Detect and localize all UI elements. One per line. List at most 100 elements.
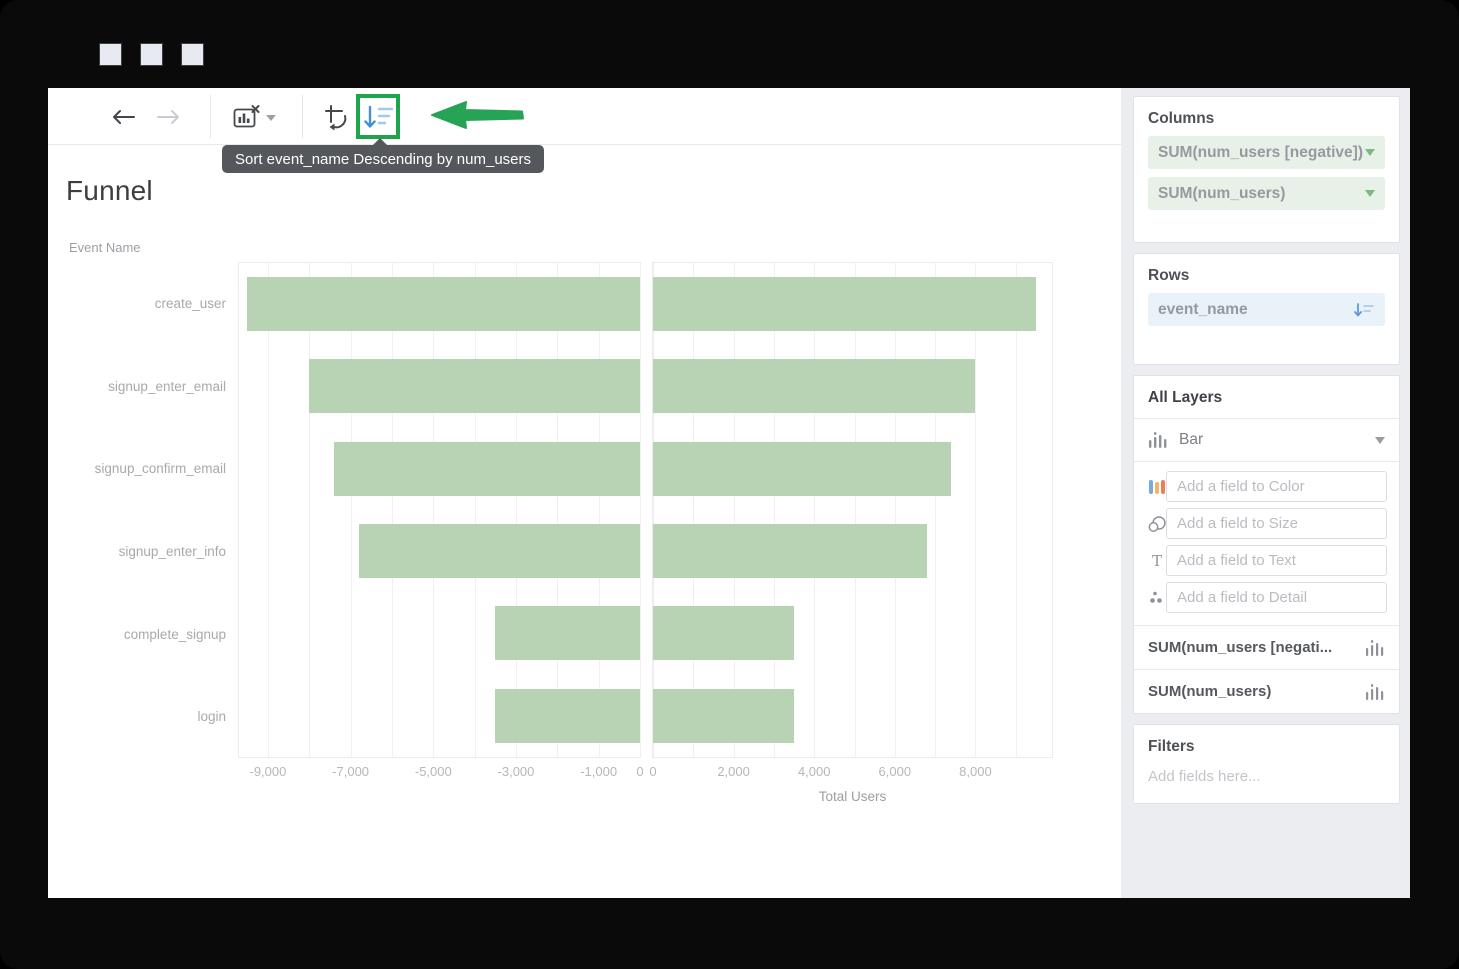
- bar[interactable]: [309, 359, 640, 413]
- tooltip-pointer: [372, 138, 388, 146]
- sort-descending-button[interactable]: [362, 88, 394, 145]
- mark-type-selector[interactable]: Bar: [1134, 418, 1399, 462]
- tick-label: -3,000: [498, 764, 535, 779]
- bar[interactable]: [653, 277, 1036, 331]
- bar-row: [239, 263, 640, 345]
- detail-field-row: [1148, 582, 1385, 613]
- chart-title: Funnel: [66, 175, 153, 207]
- columns-title: Columns: [1148, 110, 1385, 128]
- detail-field-input[interactable]: [1166, 582, 1387, 613]
- bar-mark-icon: [1148, 431, 1168, 449]
- sort-descending-highlight-box: [356, 94, 400, 139]
- detail-icon[interactable]: [1148, 589, 1166, 607]
- bar[interactable]: [653, 359, 975, 413]
- filters-title: Filters: [1148, 738, 1385, 756]
- bar-row: [239, 428, 640, 510]
- text-field-input[interactable]: [1166, 545, 1387, 576]
- chevron-down-icon[interactable]: [1375, 437, 1385, 444]
- category-label: login: [48, 675, 226, 758]
- window-control[interactable]: [140, 43, 163, 66]
- all-layers-title: All Layers: [1134, 389, 1399, 407]
- measure-row-negative[interactable]: SUM(num_users [negati...: [1134, 625, 1399, 669]
- chevron-down-icon[interactable]: [1365, 190, 1375, 197]
- redo-button[interactable]: [152, 88, 186, 145]
- chevron-down-icon[interactable]: [1365, 149, 1375, 156]
- app-window: Sort event_name Descending by num_users …: [0, 0, 1459, 969]
- toolbar-divider: [302, 95, 303, 138]
- text-field-row: T: [1148, 545, 1385, 576]
- sort-tooltip: Sort event_name Descending by num_users: [222, 145, 544, 173]
- tick-label: 2,000: [717, 764, 750, 779]
- undo-button[interactable]: [106, 88, 140, 145]
- bar[interactable]: [495, 606, 640, 660]
- bar-row: [653, 345, 1052, 427]
- size-field-input[interactable]: [1166, 508, 1387, 539]
- tick-label: 0: [649, 764, 656, 779]
- tooltip-text: Sort event_name Descending by num_users: [235, 151, 531, 168]
- pill-label: event_name: [1158, 301, 1248, 319]
- color-field-input[interactable]: [1166, 471, 1387, 502]
- filters-placeholder: Add fields here...: [1148, 768, 1385, 785]
- row-axis-title: Event Name: [69, 240, 141, 255]
- tick-label: -7,000: [332, 764, 369, 779]
- window-control[interactable]: [181, 43, 204, 66]
- tick-label: -1,000: [580, 764, 617, 779]
- main-area: Sort event_name Descending by num_users …: [48, 88, 1121, 898]
- tick-label: 6,000: [879, 764, 912, 779]
- bar-row: [239, 592, 640, 674]
- bar-row: [239, 675, 640, 757]
- category-label: signup_enter_email: [48, 345, 226, 428]
- x-axis-title: Total Users: [653, 789, 1052, 804]
- tick-label: -9,000: [250, 764, 287, 779]
- size-icon[interactable]: [1148, 515, 1166, 533]
- bar[interactable]: [334, 442, 640, 496]
- bar-row: [653, 263, 1052, 345]
- toolbar: [48, 88, 1121, 145]
- category-label: signup_enter_info: [48, 510, 226, 593]
- all-layers-panel: All Layers Bar: [1133, 375, 1400, 714]
- measure-label: SUM(num_users): [1148, 683, 1271, 700]
- back-arrow-icon: [110, 107, 136, 127]
- forward-arrow-icon: [156, 107, 182, 127]
- annotation-arrow: [430, 99, 526, 136]
- pill-event-name[interactable]: event_name: [1148, 293, 1385, 326]
- bar[interactable]: [359, 524, 640, 578]
- columns-shelf: Columns SUM(num_users [negative]) SUM(nu…: [1133, 96, 1400, 243]
- bar[interactable]: [495, 689, 640, 743]
- window-control[interactable]: [99, 43, 122, 66]
- color-icon[interactable]: [1148, 478, 1166, 496]
- bar-row: [239, 510, 640, 592]
- bar[interactable]: [247, 277, 640, 331]
- color-field-row: [1148, 471, 1385, 502]
- measure-row-positive[interactable]: SUM(num_users): [1134, 669, 1399, 713]
- bar[interactable]: [653, 524, 927, 578]
- svg-text:T: T: [1152, 552, 1162, 570]
- bar[interactable]: [653, 689, 794, 743]
- swap-rows-columns-button[interactable]: [316, 88, 358, 145]
- sort-descending-mini-icon[interactable]: [1353, 302, 1375, 318]
- pill-label: SUM(num_users): [1158, 185, 1285, 203]
- size-field-row: [1148, 508, 1385, 539]
- tick-label: 8,000: [959, 764, 992, 779]
- bar-row: [653, 675, 1052, 757]
- toolbar-divider: [210, 95, 211, 138]
- rows-title: Rows: [1148, 267, 1385, 285]
- tick-label: 0: [636, 764, 643, 779]
- category-label: complete_signup: [48, 593, 226, 676]
- filters-shelf[interactable]: Filters Add fields here...: [1133, 724, 1400, 804]
- clear-chart-icon: [233, 104, 277, 130]
- pill-sum-num-users-negative[interactable]: SUM(num_users [negative]): [1148, 136, 1385, 169]
- panel-gap: [641, 262, 652, 758]
- text-icon[interactable]: T: [1148, 552, 1166, 570]
- positive-axis-panel: 02,0004,0006,0008,000 Total Users: [652, 262, 1053, 758]
- pill-sum-num-users[interactable]: SUM(num_users): [1148, 177, 1385, 210]
- category-label: create_user: [48, 262, 226, 345]
- bar-mark-mini-icon: [1365, 639, 1385, 657]
- bar[interactable]: [653, 442, 951, 496]
- negative-axis-panel: -9,000-7,000-5,000-3,000-1,0000: [238, 262, 641, 758]
- bar-row: [653, 510, 1052, 592]
- bar[interactable]: [653, 606, 794, 660]
- clear-sheet-button[interactable]: [226, 88, 284, 145]
- mark-type-label: Bar: [1179, 431, 1203, 449]
- swap-axes-icon: [322, 102, 352, 132]
